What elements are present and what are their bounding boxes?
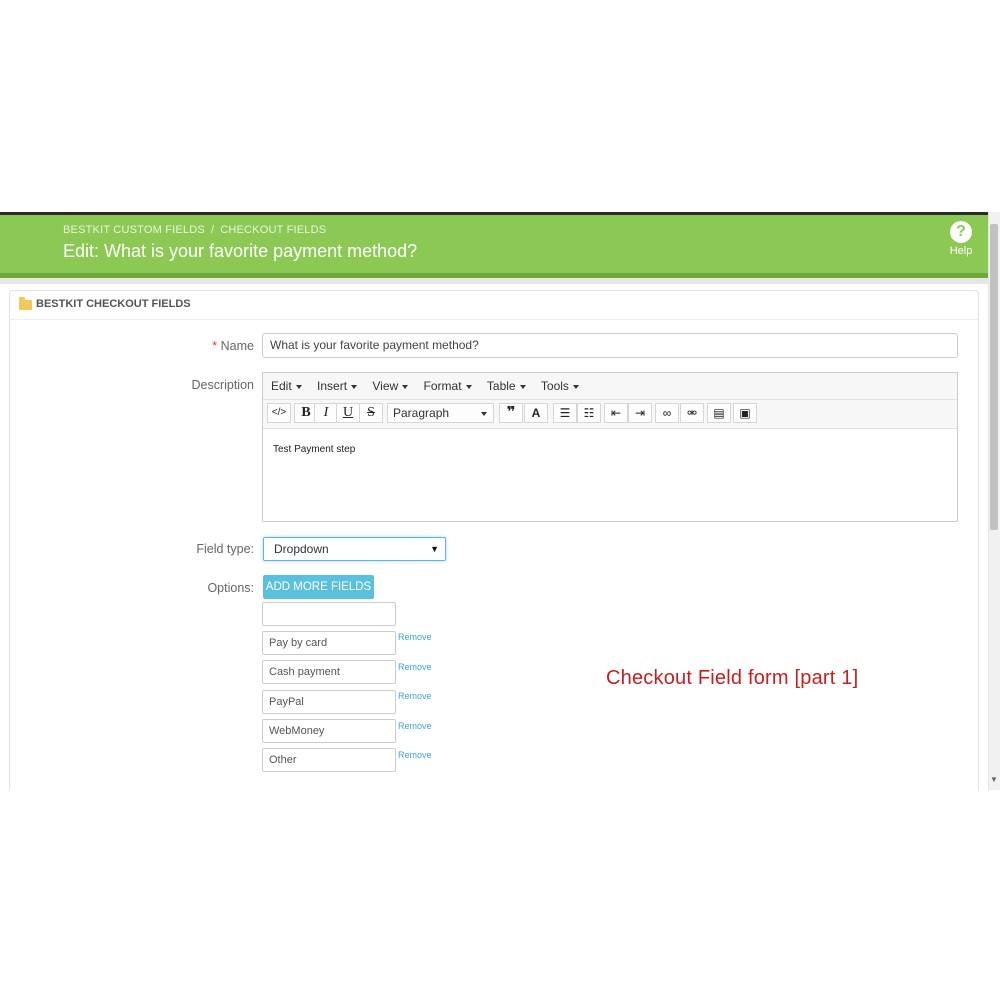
scrollbar-thumb[interactable]	[990, 224, 998, 530]
paragraph-format-select[interactable]: Paragraph	[387, 403, 494, 423]
field-type-select[interactable]: Dropdown ▼	[263, 537, 446, 561]
outdent-icon[interactable]: ⇤	[604, 403, 628, 423]
numbered-list-icon[interactable]: ☷	[577, 403, 601, 423]
scroll-down-arrow-icon[interactable]: ▼	[990, 776, 998, 784]
caption-text: Checkout Field form [part 1]	[606, 667, 859, 689]
panel-title: BESTKIT CHECKOUT FIELDS	[36, 298, 191, 310]
source-code-icon[interactable]: </>	[267, 403, 291, 423]
indent-icon[interactable]: ⇥	[628, 403, 652, 423]
page-header: BESTKIT CUSTOM FIELDS / CHECKOUT FIELDS Ed…	[0, 215, 988, 278]
chevron-down-icon	[519, 384, 526, 389]
text-color-icon[interactable]: A	[524, 403, 548, 423]
menu-view[interactable]: View	[372, 373, 409, 399]
breadcrumb-link-custom-fields[interactable]: BESTKIT CUSTOM FIELDS	[63, 224, 205, 236]
description-label: Description	[191, 378, 254, 392]
breadcrumb: BESTKIT CUSTOM FIELDS / CHECKOUT FIELDS	[63, 224, 326, 236]
help-icon: ?	[950, 221, 972, 243]
dropdown-arrow-icon: ▼	[430, 544, 439, 554]
option-input[interactable]: Cash payment	[262, 660, 396, 684]
folder-icon	[19, 297, 32, 310]
option-input[interactable]: Pay by card	[262, 631, 396, 655]
name-label: * Name	[212, 339, 254, 353]
media-icon[interactable]: ▤	[707, 403, 731, 423]
link-icon[interactable]: ∞	[655, 403, 679, 423]
description-editor: Edit Insert View Format Table Tools </> …	[262, 372, 958, 522]
option-input[interactable]: Other	[262, 748, 396, 772]
option-input[interactable]: PayPal	[262, 690, 396, 714]
underline-icon[interactable]: U	[336, 403, 360, 423]
breadcrumb-separator: /	[210, 224, 215, 236]
menu-tools[interactable]: Tools	[541, 373, 579, 399]
remove-option-link[interactable]: Remove	[398, 691, 432, 701]
page-title: Edit: What is your favorite payment meth…	[63, 241, 418, 261]
panel-heading: BESTKIT CHECKOUT FIELDS	[10, 291, 978, 320]
menu-edit[interactable]: Edit	[271, 373, 302, 399]
remove-option-link[interactable]: Remove	[398, 662, 432, 672]
chevron-down-icon	[351, 384, 358, 389]
chevron-down-icon	[481, 412, 487, 416]
remove-option-link[interactable]: Remove	[398, 750, 432, 760]
editor-menubar: Edit Insert View Format Table Tools	[263, 373, 957, 400]
help-label: Help	[949, 245, 973, 257]
editor-content[interactable]: Test Payment step	[263, 429, 957, 470]
remove-option-link[interactable]: Remove	[398, 721, 432, 731]
field-type-label: Field type:	[196, 542, 254, 556]
required-mark: *	[212, 339, 218, 353]
menu-table[interactable]: Table	[487, 373, 526, 399]
strikethrough-icon[interactable]: S	[359, 403, 383, 423]
option-input[interactable]: WebMoney	[262, 719, 396, 743]
menu-insert[interactable]: Insert	[317, 373, 358, 399]
add-more-fields-button[interactable]: ADD MORE FIELDS	[263, 575, 374, 599]
bullet-list-icon[interactable]: ☰	[553, 403, 577, 423]
option-input[interactable]	[262, 602, 396, 626]
chevron-down-icon	[402, 384, 409, 389]
italic-icon[interactable]: I	[314, 403, 338, 423]
editor-toolbar: </> B I U S Paragraph ❞ A ☰ ☷ ⇤ ⇥ ∞ ⚮ ▤ …	[263, 400, 957, 429]
breadcrumb-link-checkout-fields[interactable]: CHECKOUT FIELDS	[220, 224, 326, 236]
chevron-down-icon	[572, 384, 579, 389]
options-label: Options:	[207, 581, 254, 595]
checkout-fields-panel: BESTKIT CHECKOUT FIELDS	[9, 290, 979, 790]
header-subbar	[0, 278, 988, 284]
name-input[interactable]: What is your favorite payment method?	[262, 333, 958, 358]
blockquote-icon[interactable]: ❞	[499, 403, 523, 423]
help-button[interactable]: ? Help	[944, 221, 978, 257]
chevron-down-icon	[295, 384, 302, 389]
chevron-down-icon	[465, 384, 472, 389]
unlink-icon[interactable]: ⚮	[680, 403, 704, 423]
menu-format[interactable]: Format	[424, 373, 472, 399]
remove-option-link[interactable]: Remove	[398, 632, 432, 642]
image-icon[interactable]: ▣	[733, 403, 757, 423]
